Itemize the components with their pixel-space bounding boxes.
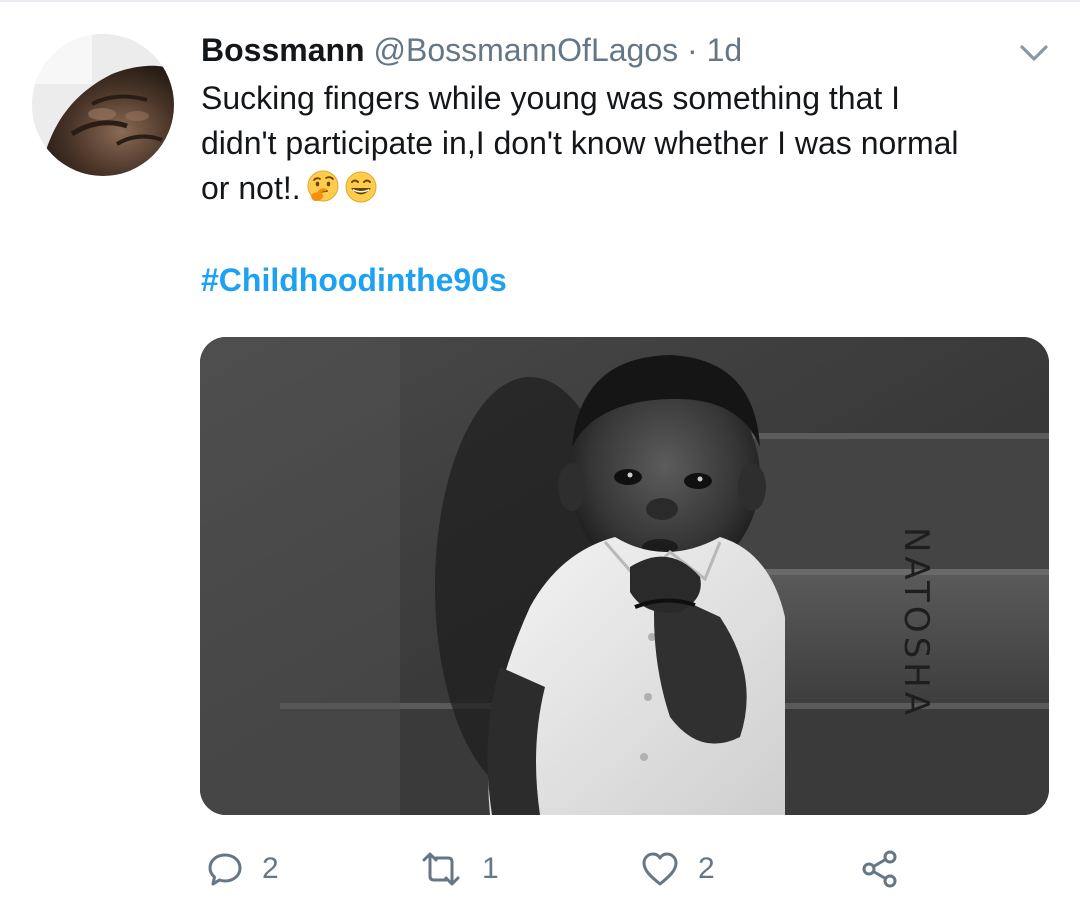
tweet-text: Sucking fingers while young was somethin… xyxy=(201,76,1051,211)
top-divider xyxy=(0,0,1080,2)
tweet-text-line: Sucking fingers while young was somethin… xyxy=(201,80,901,116)
tweet-header: Bossmann @BossmannOfLagos · 1d xyxy=(201,28,742,72)
reply-button[interactable]: 2 xyxy=(206,842,279,896)
like-count: 2 xyxy=(698,852,715,885)
timestamp[interactable]: 1d xyxy=(707,32,743,68)
avatar-image xyxy=(32,34,174,176)
tweet-photo[interactable]: NATOSHA xyxy=(200,337,1049,815)
reply-icon xyxy=(208,853,242,886)
tweet-text-line: didn't participate in,I don't know wheth… xyxy=(201,125,959,161)
like-button[interactable]: 2 xyxy=(640,842,715,896)
retweet-button[interactable]: 1 xyxy=(418,842,499,896)
share-icon xyxy=(862,850,897,888)
user-handle[interactable]: @BossmannOfLagos xyxy=(373,32,678,68)
photo-child-image: NATOSHA xyxy=(200,337,1049,815)
hashtag-link[interactable]: #Childhoodinthe90s xyxy=(201,258,507,302)
avatar[interactable] xyxy=(32,34,174,176)
chevron-down-icon[interactable] xyxy=(1018,42,1050,64)
separator-dot: · xyxy=(687,32,698,68)
tweet-actions: 2 1 2 xyxy=(200,842,1060,896)
grinning-squinting-face-icon xyxy=(345,171,377,203)
photo-watermark: NATOSHA xyxy=(896,527,936,719)
share-button[interactable] xyxy=(860,842,900,896)
emoji-group xyxy=(305,169,379,205)
tweet-text-line: or not!. xyxy=(201,166,1051,211)
retweet-count: 1 xyxy=(482,852,499,885)
display-name[interactable]: Bossmann xyxy=(201,32,365,68)
heart-icon xyxy=(642,852,678,886)
retweet-icon xyxy=(422,852,460,886)
thinking-face-icon xyxy=(307,170,339,202)
reply-count: 2 xyxy=(262,852,279,885)
tweet-text-line-end: or not!. xyxy=(201,170,301,206)
